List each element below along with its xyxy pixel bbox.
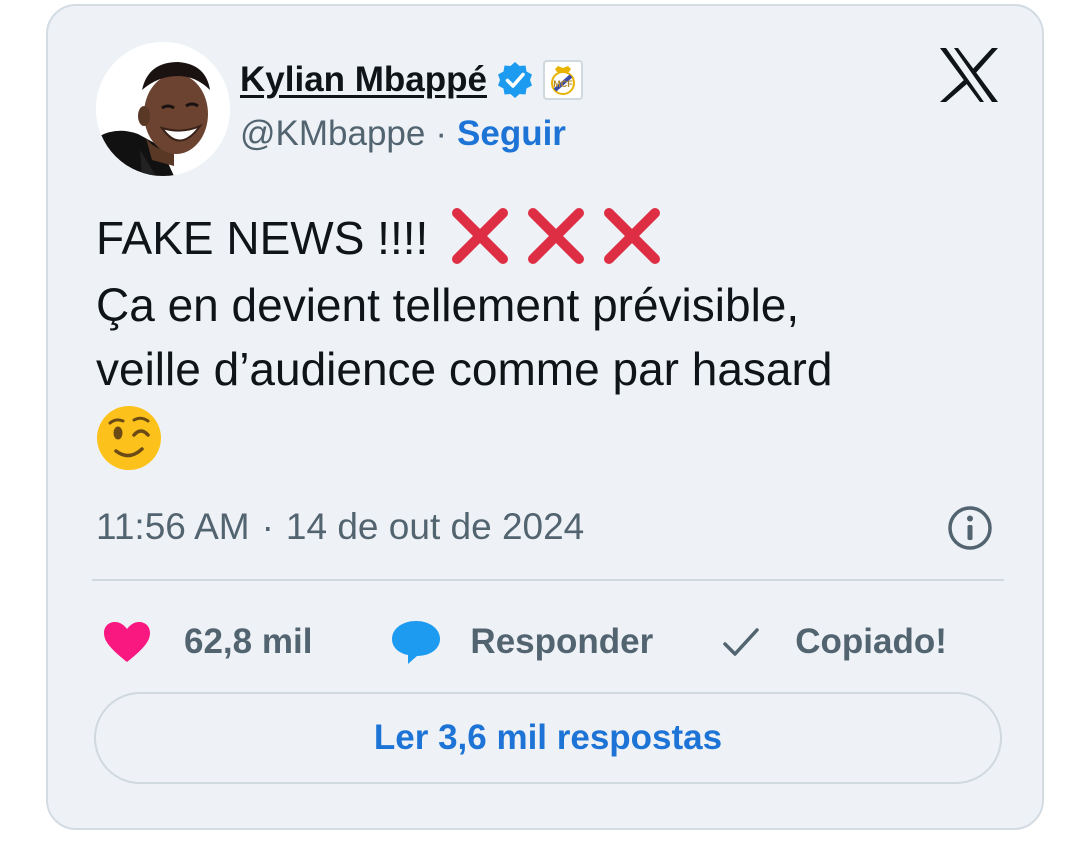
real-madrid-crest-icon[interactable]: MCF: [542, 60, 583, 100]
reply-button[interactable]: Responder: [390, 618, 653, 666]
cross-mark-icon: [604, 207, 661, 264]
avatar[interactable]: [96, 42, 230, 176]
author-row: Kylian Mbappé MCF: [240, 56, 583, 104]
tweet-line-2: Ça en devient tellement prévisible,: [96, 278, 800, 331]
actions-bar: 62,8 mil Responder Copiado!: [102, 612, 947, 672]
reply-bubble-icon: [392, 621, 441, 664]
tweet-line-3: veille d’audience comme par hasard: [96, 342, 833, 395]
tweet-line: FAKE NEWS !!!!: [96, 206, 996, 273]
separator-dot: ·: [261, 506, 274, 547]
heart-icon: [104, 622, 150, 662]
read-replies-label: Ler 3,6 mil respostas: [373, 718, 723, 757]
reply-label: Responder: [470, 622, 654, 661]
cross-mark-icon: [452, 207, 509, 264]
info-icon[interactable]: [946, 504, 994, 552]
svg-text:MCF: MCF: [553, 79, 573, 89]
like-button[interactable]: 62,8 mil: [102, 620, 312, 664]
read-replies-button[interactable]: Ler 3,6 mil respostas: [94, 692, 1002, 784]
x-logo-icon[interactable]: [938, 46, 1000, 104]
verified-badge-icon: [495, 60, 535, 100]
copy-status-label: Copiado!: [795, 622, 947, 661]
cross-mark-icon: [528, 207, 585, 264]
tweet-line-1: FAKE NEWS !!!!: [96, 212, 429, 264]
tweet-date: 14 de out de 2024: [285, 506, 585, 547]
copy-link-button[interactable]: Copiado!: [721, 622, 947, 662]
tweet-line-4: [96, 401, 996, 487]
separator-dot: ·: [435, 114, 448, 153]
tweet-time: 11:56 AM: [96, 506, 250, 547]
handle-row: @KMbappe · Seguir: [240, 114, 566, 154]
like-count: 62,8 mil: [184, 622, 313, 661]
follow-button[interactable]: Seguir: [457, 114, 566, 154]
tweet-timestamp[interactable]: 11:56 AM · 14 de out de 2024: [96, 506, 584, 548]
divider: [92, 579, 1004, 581]
cross-marks: [449, 205, 663, 267]
winking-face-icon: [97, 405, 161, 470]
author-handle[interactable]: @KMbappe: [240, 114, 425, 154]
author-name[interactable]: Kylian Mbappé: [240, 60, 487, 100]
tweet-text: FAKE NEWS !!!! Ça en devient tellement p…: [96, 206, 996, 487]
checkmark-icon: [723, 628, 759, 656]
tweet-card: Kylian Mbappé MCF @KMbappe · Seguir FAKE…: [46, 4, 1044, 830]
